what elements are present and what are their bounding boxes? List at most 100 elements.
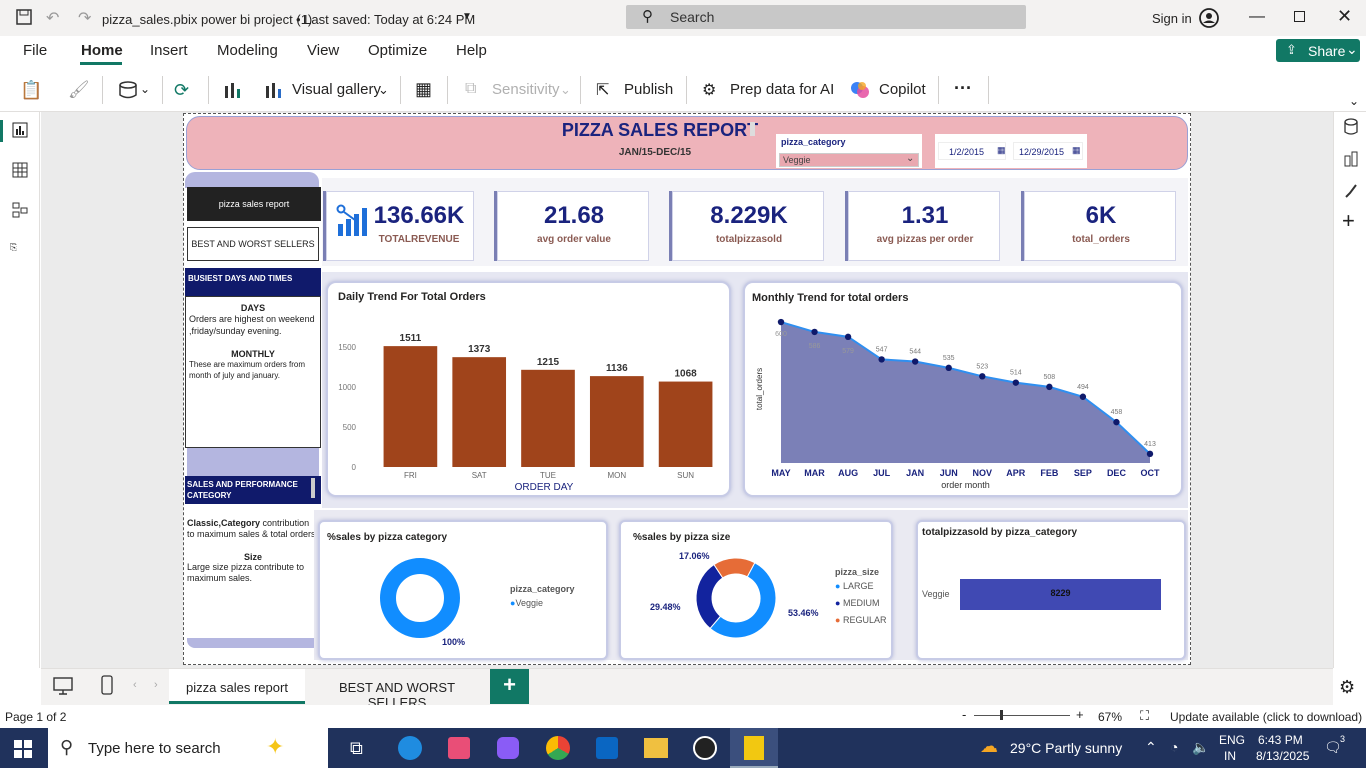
file-explorer-icon[interactable] xyxy=(644,738,668,758)
x-tick-label: MON xyxy=(607,471,626,480)
get-data-icon[interactable] xyxy=(118,80,138,100)
volume-icon[interactable]: 🔈 xyxy=(1192,739,1209,756)
zoom-level: 67% xyxy=(1098,710,1123,724)
data-point xyxy=(878,356,885,363)
update-link[interactable]: Update available (click to download) xyxy=(1170,710,1362,724)
store-icon[interactable] xyxy=(448,737,470,759)
paste-icon[interactable]: 📋 xyxy=(20,80,42,101)
mobile-layout-icon[interactable] xyxy=(101,675,113,695)
scroll-right-icon[interactable]: › xyxy=(154,679,158,691)
chevron-down-icon[interactable]: ⌄ xyxy=(140,82,150,96)
undo-icon[interactable]: ↶ xyxy=(46,8,59,28)
settings-gear-icon[interactable]: ⚙ xyxy=(1339,677,1355,698)
slicer-dropdown[interactable]: Veggie ⌄ xyxy=(779,153,919,167)
wifi-icon[interactable]: ◔ xyxy=(1170,739,1178,755)
nav-pizza-sales-report[interactable]: pizza sales report xyxy=(187,187,321,221)
menu-optimize[interactable]: Optimize xyxy=(368,42,427,59)
menu-home[interactable]: Home xyxy=(81,42,123,59)
fit-page-icon[interactable]: ⛶ xyxy=(1140,708,1149,724)
share-button[interactable]: ⇪ Share ⌄ xyxy=(1276,39,1360,62)
add-pane-icon[interactable]: + xyxy=(1342,208,1355,234)
x-tick-label: APR xyxy=(1006,468,1026,478)
maximize-icon[interactable] xyxy=(1294,11,1305,22)
minimize-icon[interactable]: — xyxy=(1249,8,1265,26)
windows-start-icon[interactable] xyxy=(14,740,32,758)
dax-query-icon[interactable]: ⎘ xyxy=(10,242,17,253)
sign-in-button[interactable]: Sign in xyxy=(1152,11,1192,26)
kpi-value: 136.66K xyxy=(373,202,465,229)
format-brush-icon[interactable] xyxy=(1343,182,1359,200)
date-slicer[interactable]: 1/2/2015 ▦ 12/29/2015 ▦ xyxy=(935,134,1087,168)
task-view-icon[interactable]: ⧉ xyxy=(350,738,363,759)
account-icon[interactable] xyxy=(1199,8,1219,28)
redo-icon[interactable]: ↷ xyxy=(78,8,91,28)
whatsapp-icon[interactable] xyxy=(693,736,717,760)
x-tick-label: OCT xyxy=(1141,468,1161,478)
scrollbar[interactable] xyxy=(311,478,315,498)
pizza-sold-by-category-card[interactable]: totalpizzasold by pizza_category Veggie … xyxy=(916,520,1186,660)
category-slicer[interactable]: pizza_category Veggie ⌄ xyxy=(776,134,922,168)
save-icon[interactable] xyxy=(16,9,32,25)
calculator-icon[interactable]: ▦ xyxy=(415,79,432,100)
sales-by-category-card[interactable]: %sales by pizza category 100% pizza_cate… xyxy=(318,520,608,660)
outlook-icon[interactable] xyxy=(596,737,618,759)
model-view-icon[interactable] xyxy=(12,202,28,218)
zoom-out-button[interactable]: - xyxy=(962,707,966,722)
powerbi-taskbar-item[interactable] xyxy=(730,728,778,768)
more-options-button[interactable]: ··· xyxy=(954,78,972,99)
edge-icon[interactable] xyxy=(398,736,422,760)
copilot-app-icon[interactable] xyxy=(497,737,519,759)
table-view-icon[interactable] xyxy=(12,162,28,178)
visual-gallery-button[interactable]: Visual gallery xyxy=(292,81,381,98)
daily-trend-card[interactable]: Daily Trend For Total Orders 0 500 1000 150… xyxy=(326,281,731,497)
data-pane-icon[interactable] xyxy=(1343,118,1359,136)
monthly-trend-card[interactable]: Monthly Trend for total orders 600 MAY 586… xyxy=(743,281,1183,497)
size-text: Large size pizza contribute to maximum s… xyxy=(187,562,305,583)
visualizations-icon[interactable] xyxy=(1343,150,1359,168)
menu-modeling[interactable]: Modeling xyxy=(217,42,278,59)
date-from-field[interactable]: 1/2/2015 ▦ xyxy=(938,142,1006,160)
collapse-ribbon-icon[interactable]: ⌄ xyxy=(1349,94,1359,108)
clock-time[interactable]: 6:43 PM xyxy=(1258,733,1303,747)
menu-insert[interactable]: Insert xyxy=(150,42,188,59)
chevron-down-icon[interactable]: ⌄ xyxy=(378,82,389,98)
weather-text[interactable]: 29°C Partly sunny xyxy=(1010,740,1122,756)
lang-1[interactable]: ENG xyxy=(1219,733,1245,747)
x-tick-label: JUL xyxy=(873,468,891,478)
clock-date[interactable]: 8/13/2025 xyxy=(1256,749,1309,763)
add-page-button[interactable]: + xyxy=(490,669,529,704)
sales-by-size-card[interactable]: %sales by pizza size 53.46% 29.48% 17.06% … xyxy=(619,520,893,660)
zoom-in-button[interactable]: + xyxy=(1076,707,1084,722)
zoom-thumb[interactable] xyxy=(1000,710,1003,720)
menu-file[interactable]: File xyxy=(23,42,47,59)
report-view-icon[interactable] xyxy=(12,122,28,138)
bar-sun xyxy=(658,381,713,467)
tab-best-worst-sellers[interactable]: BEST AND WORST SELLERS xyxy=(309,669,485,710)
monthly-title: MONTHLY xyxy=(231,349,275,359)
chrome-icon[interactable] xyxy=(546,736,570,760)
tray-chevron-icon[interactable]: ⌃ xyxy=(1145,739,1157,756)
prep-data-button[interactable]: Prep data for AI xyxy=(730,81,834,98)
lang-2[interactable]: IN xyxy=(1224,749,1236,763)
date-to-field[interactable]: 12/29/2015 ▦ xyxy=(1013,142,1083,160)
menu-view[interactable]: View xyxy=(307,42,339,59)
zoom-slider[interactable] xyxy=(974,715,1070,716)
y-tick-label: 1500 xyxy=(338,343,356,352)
desktop-layout-icon[interactable] xyxy=(53,677,73,695)
new-visual-icon[interactable] xyxy=(222,80,242,100)
sensitivity-button[interactable]: Sensitivity xyxy=(492,81,560,98)
search-box[interactable]: ⚲ Search xyxy=(626,5,1026,29)
refresh-icon[interactable]: ⟳ xyxy=(174,80,189,101)
tab-pizza-sales-report[interactable]: pizza sales report xyxy=(169,669,305,704)
publish-button[interactable]: Publish xyxy=(624,81,673,98)
scroll-left-icon[interactable]: ‹ xyxy=(133,679,137,691)
chevron-down-icon[interactable]: ▼ xyxy=(462,11,472,22)
taskbar-search[interactable]: ⚲ Type here to search ✦ xyxy=(48,728,328,768)
nav-best-worst-sellers[interactable]: BEST AND WORST SELLERS xyxy=(187,227,319,261)
menu-help[interactable]: Help xyxy=(456,42,487,59)
format-painter-icon[interactable]: 🖌 xyxy=(68,80,90,100)
data-label: 1215 xyxy=(537,357,560,368)
busiest-header: BUSIEST DAYS AND TIMES xyxy=(185,268,321,296)
copilot-button[interactable]: Copilot xyxy=(879,81,926,98)
close-icon[interactable]: ✕ xyxy=(1337,6,1352,27)
